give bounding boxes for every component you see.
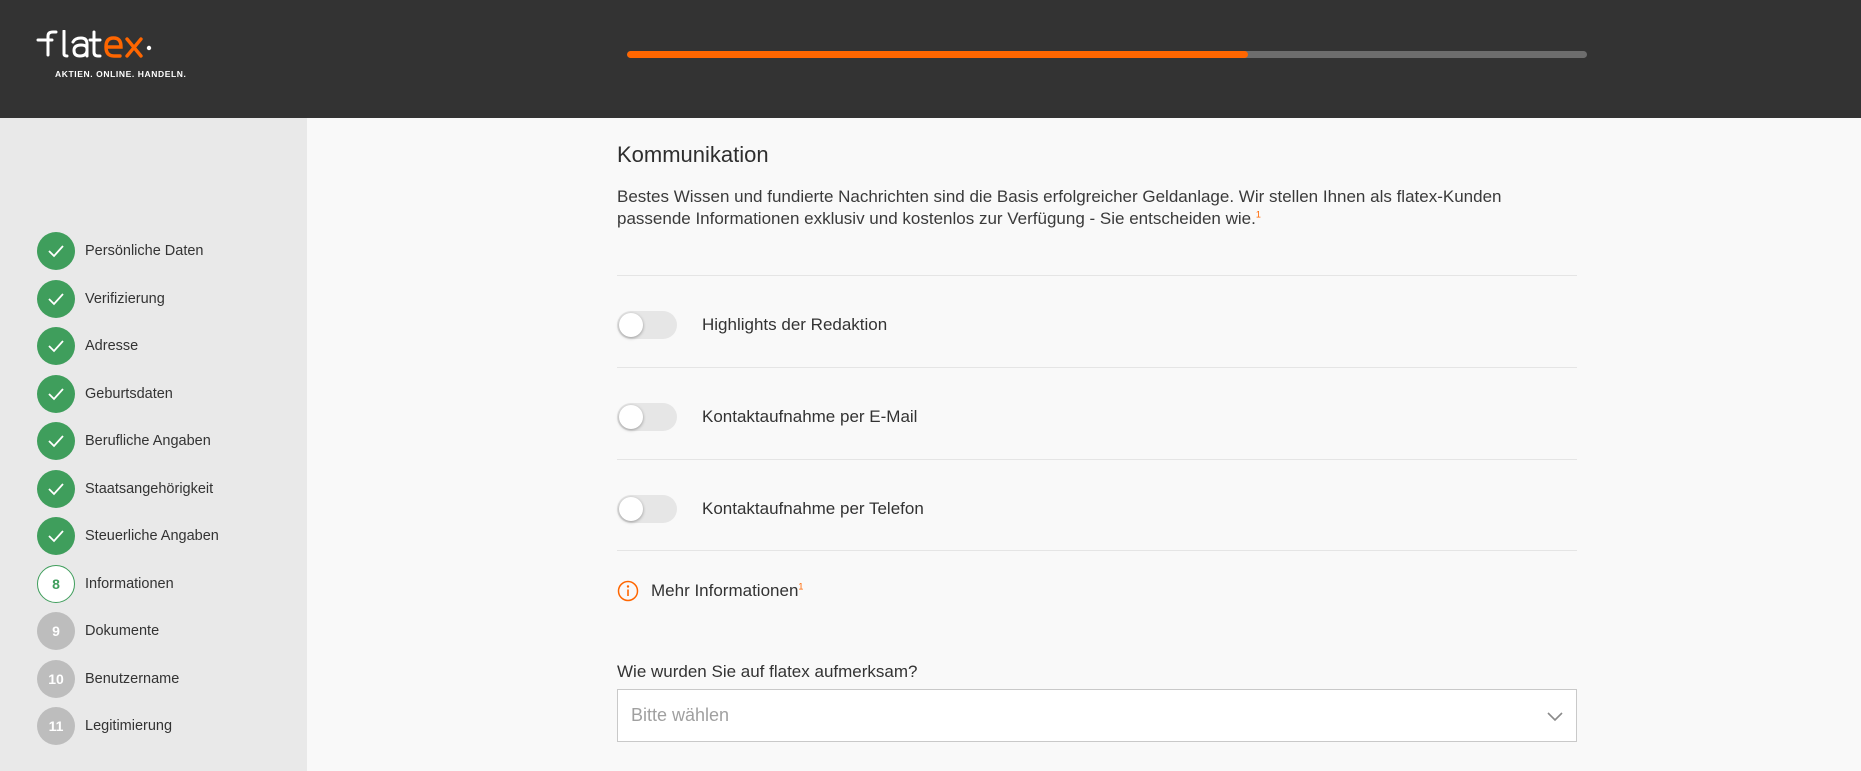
- logo-tagline: AKTIEN. ONLINE. HANDELN.: [55, 69, 187, 79]
- sidebar-step[interactable]: Adresse: [37, 327, 138, 365]
- sidebar-step[interactable]: Verifizierung: [37, 279, 165, 318]
- toggle-label: Kontaktaufnahme per E-Mail: [702, 407, 918, 426]
- sidebar-step-label: Geburtsdaten: [85, 385, 173, 402]
- more-info-link[interactable]: Mehr Informationen1: [617, 580, 803, 602]
- toggle-knob: [619, 405, 643, 429]
- sidebar-step-label: Verifizierung: [85, 290, 165, 307]
- step-number-badge: 11: [37, 707, 75, 745]
- sidebar-step[interactable]: Steuerliche Angaben: [37, 517, 219, 555]
- check-icon: [48, 387, 64, 400]
- toggle-row-highlights: Highlights der Redaktion: [617, 307, 1577, 343]
- highlights-toggle[interactable]: [617, 311, 677, 339]
- check-icon: [48, 340, 64, 353]
- toggle-row-email: Kontaktaufnahme per E-Mail: [617, 399, 1577, 435]
- toggle-label: Highlights der Redaktion: [702, 315, 888, 334]
- check-icon: [48, 292, 64, 305]
- check-icon: [48, 530, 64, 543]
- phone-contact-toggle[interactable]: [617, 495, 677, 523]
- intro-text-body: Bestes Wissen und fundierte Nachrichten …: [617, 187, 1502, 228]
- intro-text: Bestes Wissen und fundierte Nachrichten …: [617, 186, 1557, 230]
- step-done-badge: [37, 327, 75, 365]
- header: AKTIEN. ONLINE. HANDELN.: [0, 0, 1861, 118]
- sidebar-step-label: Adresse: [85, 338, 139, 354]
- step-done-badge: [37, 469, 75, 508]
- check-icon: [48, 435, 64, 448]
- sidebar-step-label: Berufliche Angaben: [85, 433, 211, 449]
- page-title: Kommunikation: [617, 142, 769, 167]
- step-number-badge: 8: [37, 564, 75, 603]
- progress-bar: [627, 51, 1587, 58]
- sidebar-step: 10 Benutzername: [37, 659, 180, 698]
- more-info-label: Mehr Informationen1: [651, 581, 803, 601]
- source-question-label: Wie wurden Sie auf flatex aufmerksam?: [617, 662, 918, 681]
- sidebar: Persönliche Daten Verifizierung Adresse Geb…: [0, 118, 307, 771]
- check-icon: [48, 245, 64, 258]
- info-icon: [617, 580, 639, 602]
- toggle-knob: [619, 497, 643, 521]
- sidebar-step-label: Steuerliche Angaben: [85, 528, 219, 544]
- sidebar-step: 9 Dokumente: [37, 612, 159, 650]
- toggle-label: Kontaktaufnahme per Telefon: [702, 499, 924, 518]
- flatex-logo[interactable]: AKTIEN. ONLINE. HANDELN.: [36, 30, 196, 82]
- divider: [617, 459, 1577, 460]
- check-icon: [48, 482, 64, 495]
- step-done-badge: [37, 517, 75, 555]
- source-select[interactable]: Bitte wählen: [617, 689, 1577, 742]
- sidebar-step-label: Informationen: [85, 575, 174, 592]
- flatex-logo-mark: [36, 30, 152, 58]
- divider: [617, 550, 1577, 551]
- email-contact-toggle[interactable]: [617, 403, 677, 431]
- step-done-badge: [37, 232, 75, 270]
- sidebar-step-label: Staatsangehörigkeit: [85, 480, 214, 497]
- step-done-badge: [37, 279, 75, 318]
- step-done-badge: [37, 422, 75, 460]
- sidebar-step: 8 Informationen: [37, 564, 174, 603]
- footnote-marker[interactable]: 1: [1256, 209, 1261, 219]
- select-placeholder: Bitte wählen: [631, 705, 730, 725]
- sidebar-step[interactable]: Berufliche Angaben: [37, 422, 211, 460]
- progress-bar-fill: [627, 51, 1249, 58]
- sidebar-step[interactable]: Staatsangehörigkeit: [37, 469, 214, 508]
- sidebar-step[interactable]: Geburtsdaten: [37, 374, 173, 413]
- chevron-down-icon: [1547, 712, 1563, 722]
- sidebar-step[interactable]: Persönliche Daten: [37, 232, 204, 270]
- toggle-knob: [619, 313, 643, 337]
- step-done-badge: [37, 374, 75, 413]
- sidebar-step-label: Persönliche Daten: [85, 243, 204, 259]
- divider: [617, 367, 1577, 368]
- divider: [617, 275, 1577, 276]
- footnote-marker: 1: [798, 581, 804, 592]
- more-info-text: Mehr Informationen: [651, 581, 799, 600]
- sidebar-step-label: Legitimierung: [85, 718, 173, 734]
- step-number-badge: 9: [37, 612, 75, 650]
- step-number-badge: 10: [37, 659, 75, 698]
- sidebar-step-label: Dokumente: [85, 623, 160, 639]
- sidebar-step-label: Benutzername: [85, 670, 180, 687]
- sidebar-step: 11 Legitimierung: [37, 707, 172, 745]
- toggle-row-phone: Kontaktaufnahme per Telefon: [617, 491, 1577, 527]
